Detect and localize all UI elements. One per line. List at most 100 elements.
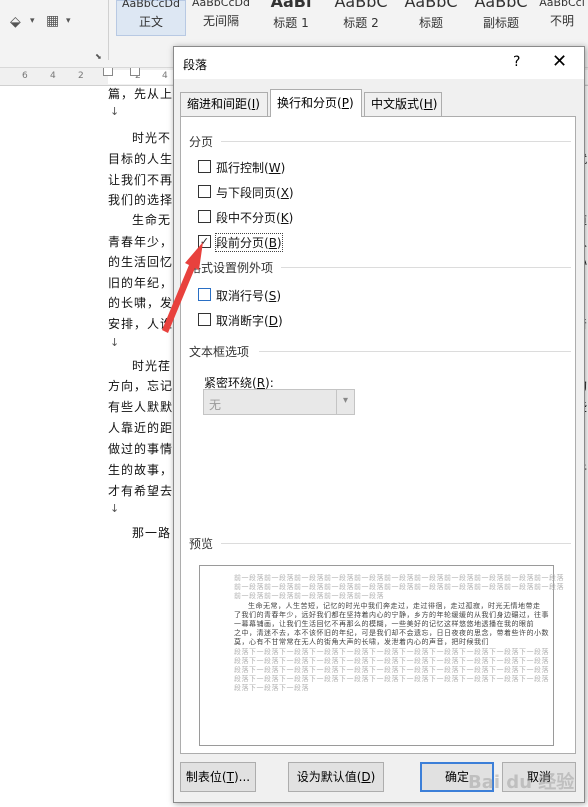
tab-line-page-breaks[interactable]: 换行和分页(P) (270, 89, 362, 117)
pagination-group-label: 分页 (189, 133, 218, 150)
preview-next-text: 段落下一段落下一段落下一段落下一段落下一段落下一段落下一段落下一段落下一段落下一… (234, 666, 549, 674)
dont-hyphenate-checkbox[interactable] (198, 313, 211, 326)
option-text: 段中不分页( (216, 211, 281, 225)
option-key: B (268, 236, 277, 250)
document-line: 人靠近的距 (108, 421, 174, 435)
style-no-spacing[interactable]: AaBbCcDd 无间隔 (186, 0, 256, 36)
style-name: 正文 (138, 15, 163, 29)
hanging-indent-marker[interactable] (130, 68, 140, 76)
document-line: 青春年少， (108, 235, 174, 249)
tab-key: H (423, 97, 433, 111)
tab-indents-spacing[interactable]: 缩进和间距(I) (180, 92, 268, 116)
tab-key: P (341, 96, 349, 110)
document-line: 的生活回忆 (108, 255, 174, 269)
style-gallery: AaBbCcDd 正文 AaBbCcDd 无间隔 AaBl 标题 1 AaBbC… (116, 0, 588, 36)
chevron-down-icon[interactable]: ▾ (336, 390, 354, 414)
preview-sample-text: 了我们的青春年少，远好我们都在坚持着内心的宁静，乡方的年轮缓缓的从我们身边碾过，… (234, 611, 549, 619)
borders-icon[interactable]: ▦ (46, 13, 59, 29)
option-key: D (268, 314, 278, 328)
document-line: 安排，人谁 (108, 317, 174, 331)
borders-dropdown-icon[interactable]: ▾ (66, 16, 71, 26)
group-divider (221, 141, 571, 142)
style-normal[interactable]: AaBbCcDd 正文 (116, 0, 186, 36)
document-line: 的长啸，发 (108, 296, 174, 310)
style-heading-2[interactable]: AaBbC 标题 2 (326, 0, 396, 36)
style-subtitle[interactable]: AaBbC 副标题 (466, 0, 536, 36)
dialog-title: 段落 (183, 58, 208, 72)
help-button[interactable]: ? (513, 54, 520, 70)
document-line: 生命无 (132, 213, 172, 227)
option-text: 与下段同页( (216, 186, 281, 200)
first-line-indent-marker[interactable] (103, 68, 113, 76)
option-text: 孤行控制( (216, 161, 269, 175)
preview-next-text: 段落下一段落下一段落下一段落下一段落下一段落下一段落下一段落下一段落下一段落下一… (234, 675, 549, 683)
button-end: ) (370, 770, 376, 784)
style-heading-1[interactable]: AaBl 标题 1 (256, 0, 326, 36)
widow-control-checkbox[interactable] (198, 160, 211, 173)
style-sample: AaBbC (404, 0, 458, 10)
group-divider (281, 267, 571, 268)
paragraph-mark-icon: ↓ (110, 105, 120, 118)
document-line: 旧的年纪， (108, 276, 174, 290)
close-button[interactable]: ✕ (552, 51, 567, 72)
button-text: 制表位( (185, 770, 227, 784)
preview-sample-text: 之中，清迷不去，本不该怀旧的年纪，可是我们却不会遗忘，日日夜夜的思念，带着些许的… (234, 629, 549, 637)
keep-with-next-checkbox[interactable] (198, 185, 211, 198)
button-text: 设为默认值( (296, 770, 362, 784)
document-line: 方向，忘记 (108, 379, 174, 393)
set-default-button[interactable]: 设为默认值(D) (288, 762, 384, 792)
style-name: 不明 (549, 14, 574, 28)
document-line: 篇，先从上 (108, 87, 174, 101)
option-end: ) (277, 314, 283, 328)
style-name: 无间隔 (202, 14, 239, 28)
button-end: )... (233, 770, 251, 784)
style-name: 标题 (418, 16, 443, 30)
preview-next-text: 段落下一段落下一段落下一段落下一段落下一段落下一段落下一段落下一段落下一段落下一… (234, 657, 549, 665)
ruler-tick: 4 (162, 71, 168, 81)
option-text: 段前分页( (216, 236, 269, 250)
suppress-line-numbers-checkbox[interactable] (198, 288, 211, 301)
preview-next-text: 段落下一段落下一段落下一段落下一段落下一段落下一段落下一段落下一段落下一段落下一… (234, 648, 549, 656)
option-label: 取消断字(D) (216, 312, 283, 329)
tab-asian-typography[interactable]: 中文版式(H) (364, 92, 442, 116)
page-break-before-checkbox[interactable]: ✓ (198, 235, 211, 248)
option-text: 取消断字( (216, 314, 269, 328)
option-end: ) (288, 186, 294, 200)
ruler-tick: 4 (50, 71, 56, 81)
tab-label: 缩进和间距( (187, 97, 252, 111)
style-sample: AaBbCcDd (192, 0, 250, 8)
preview-sample-text: 一幕幕铺画，让我们生活回忆不再那么的模糊，一些美好的记忆这样悠悠地透播在我的眼前 (234, 620, 534, 628)
textbox-group-label: 文本框选项 (189, 343, 254, 360)
style-sample: AaBbCcl (539, 0, 585, 8)
option-label: 取消行号(S) (216, 287, 281, 304)
option-end: ) (276, 289, 281, 303)
tab-label-end: ) (348, 96, 354, 110)
paragraph-mark-icon: ↓ (110, 502, 120, 515)
paragraph-dialog: 段落 ? ✕ 缩进和间距(I) 换行和分页(P) 中文版式(H) 分页 孤行控制… (173, 46, 585, 803)
shading-icon[interactable]: ⬙ (10, 14, 21, 30)
preview-prev-text: 前一段落前一段落前一段落前一段落前一段落前一段落前一段落前一段落前一段落前一段落… (234, 583, 564, 591)
option-label: 段中不分页(K) (216, 209, 293, 226)
tight-wrap-key: R (256, 376, 266, 390)
option-end: ) (280, 161, 286, 175)
keep-lines-together-checkbox[interactable] (198, 210, 211, 223)
tight-wrap-select[interactable]: 无 ▾ (203, 389, 355, 415)
option-label: 与下段同页(X) (216, 184, 294, 201)
tab-label: 换行和分页( (277, 96, 342, 110)
preview-next-text: 段落下一段落下一段落 (234, 684, 309, 692)
tight-wrap-end: ): (265, 376, 274, 390)
shading-dropdown-icon[interactable]: ▾ (30, 16, 35, 26)
style-title[interactable]: AaBbC 标题 (396, 0, 466, 36)
tabs-button[interactable]: 制表位(T)... (180, 762, 256, 792)
paragraph-launcher-icon[interactable]: ⬊ (95, 52, 102, 61)
preview-sample-text: 生命无常，人生苦短，记忆的时光中我们奔走过，走过徘徊，走过孤寂，时光无情地带走 (248, 602, 541, 610)
document-line: 那一路 (132, 526, 172, 540)
style-sample: AaBbCcDd (122, 0, 180, 9)
option-end: ) (288, 211, 294, 225)
dialog-titlebar[interactable]: 段落 ? ✕ (174, 47, 584, 79)
ruler-tick: 2 (78, 71, 84, 81)
style-subtle[interactable]: AaBbCcl 不明 (536, 0, 588, 36)
group-divider (259, 351, 571, 352)
group-divider (221, 543, 571, 544)
option-key: X (280, 186, 289, 200)
